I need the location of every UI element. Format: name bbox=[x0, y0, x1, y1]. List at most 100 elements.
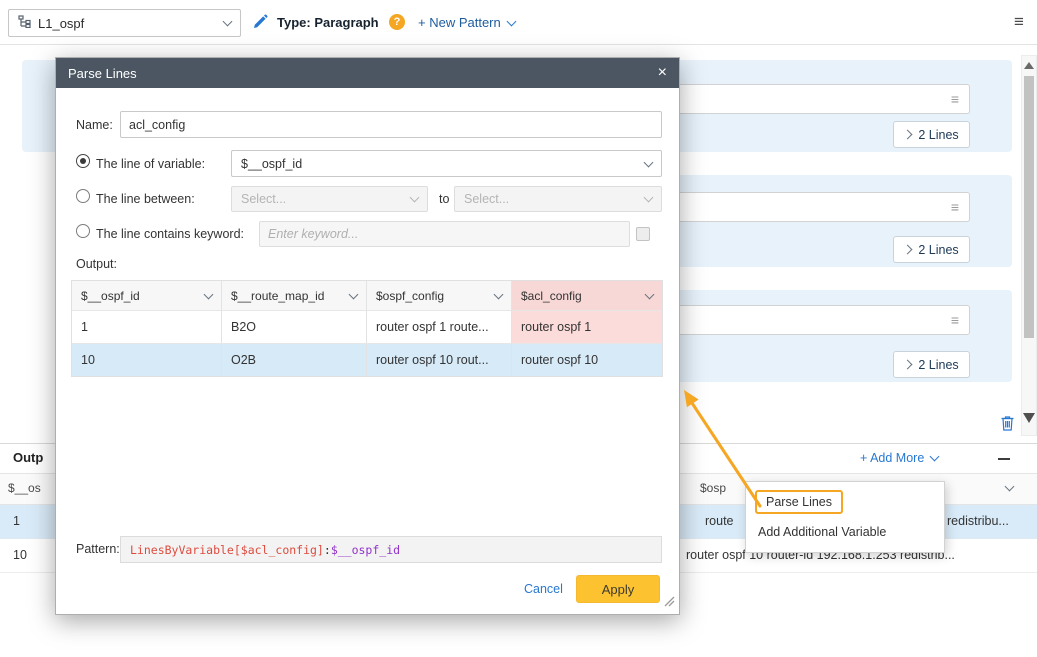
dialog-title: Parse Lines bbox=[68, 66, 137, 81]
menu-icon[interactable]: ≡ bbox=[1014, 12, 1024, 32]
output-preview-table: $__ospf_id $__route_map_id $ospf_config … bbox=[71, 280, 663, 377]
keyword-label: The line contains keyword: bbox=[96, 227, 244, 241]
new-pattern-button[interactable]: + New Pattern bbox=[418, 15, 515, 30]
column-header: $osp bbox=[700, 481, 726, 495]
cancel-button[interactable]: Cancel bbox=[524, 582, 563, 596]
column-label: $__route_map_id bbox=[231, 289, 324, 303]
pattern-label: Pattern: bbox=[76, 542, 120, 556]
chevron-right-icon bbox=[903, 130, 913, 140]
column-label: $__ospf_id bbox=[81, 289, 140, 303]
chevron-right-icon bbox=[903, 360, 913, 370]
parse-lines-dialog: Parse Lines × Name: The line of variable… bbox=[55, 57, 680, 615]
apply-button[interactable]: Apply bbox=[576, 575, 660, 603]
table-row-selected[interactable]: 10 O2B router ospf 10 rout... router osp… bbox=[72, 343, 662, 376]
chevron-down-icon[interactable] bbox=[494, 289, 504, 299]
chevron-down-icon bbox=[930, 452, 940, 462]
row-cell: 10 bbox=[13, 548, 27, 562]
chevron-down-icon[interactable] bbox=[645, 289, 655, 299]
variable-dropdown[interactable]: $__ospf_id bbox=[231, 150, 662, 177]
table-cell: O2B bbox=[222, 343, 367, 376]
output-section-title: Outp bbox=[13, 450, 43, 465]
pattern-variable-code: $__ospf_id bbox=[331, 543, 400, 557]
table-cell: router ospf 10 bbox=[512, 343, 662, 376]
add-more-button[interactable]: + Add More bbox=[860, 451, 938, 465]
menu-item-label: Add Additional Variable bbox=[758, 525, 886, 539]
pattern-selector[interactable]: L1_ospf bbox=[8, 9, 241, 37]
between-to-dropdown[interactable]: Select... bbox=[454, 186, 662, 212]
line-between-label: The line between: bbox=[96, 192, 195, 206]
radio-line-between[interactable] bbox=[76, 189, 90, 203]
between-to-placeholder: Select... bbox=[464, 192, 509, 206]
scroll-thumb[interactable] bbox=[1024, 76, 1034, 338]
lines-count-label: 2 Lines bbox=[918, 128, 958, 142]
toolbar: L1_ospf Type: Paragraph ? + New Pattern … bbox=[0, 0, 1037, 45]
table-cell: router ospf 10 rout... bbox=[367, 343, 512, 376]
column-header: $__os bbox=[8, 481, 41, 495]
drag-handle-icon[interactable]: ≡ bbox=[951, 312, 959, 328]
regex-icon[interactable] bbox=[636, 227, 650, 241]
table-row[interactable]: 1 B2O router ospf 1 route... router ospf… bbox=[72, 310, 662, 343]
expand-lines-button[interactable]: 2 Lines bbox=[893, 236, 970, 263]
between-from-dropdown[interactable]: Select... bbox=[231, 186, 428, 212]
chevron-down-icon bbox=[223, 17, 233, 27]
chevron-down-icon bbox=[644, 157, 654, 167]
table-header-cell[interactable]: $__ospf_id bbox=[72, 281, 222, 310]
pattern-function-code: LinesByVariable[$acl_config] bbox=[130, 543, 324, 557]
lines-count-label: 2 Lines bbox=[918, 243, 958, 257]
table-cell: 10 bbox=[72, 343, 222, 376]
expand-lines-button[interactable]: 2 Lines bbox=[893, 351, 970, 378]
pattern-selector-value: L1_ospf bbox=[38, 16, 217, 31]
column-label: $acl_config bbox=[521, 289, 582, 303]
table-cell: router ospf 1 route... bbox=[367, 310, 512, 343]
chevron-down-icon[interactable] bbox=[349, 289, 359, 299]
keyword-input[interactable] bbox=[259, 221, 630, 247]
table-header-cell[interactable]: $__route_map_id bbox=[222, 281, 367, 310]
table-cell-highlighted: router ospf 1 bbox=[512, 310, 662, 343]
radio-line-of-variable[interactable] bbox=[76, 154, 90, 168]
table-header-row: $__ospf_id $__route_map_id $ospf_config … bbox=[72, 281, 662, 310]
pattern-expression-field: LinesByVariable[$acl_config]:$__ospf_id bbox=[120, 536, 662, 563]
app-root: L1_ospf Type: Paragraph ? + New Pattern … bbox=[0, 0, 1037, 657]
expand-lines-button[interactable]: 2 Lines bbox=[893, 121, 970, 148]
table-header-cell-highlighted[interactable]: $acl_config bbox=[512, 281, 662, 310]
dialog-header[interactable]: Parse Lines × bbox=[56, 58, 679, 88]
chevron-down-icon bbox=[410, 193, 420, 203]
name-label: Name: bbox=[76, 118, 113, 132]
delete-icon[interactable] bbox=[1000, 415, 1015, 435]
chevron-down-icon bbox=[506, 16, 516, 26]
output-label: Output: bbox=[76, 257, 117, 271]
lines-count-label: 2 Lines bbox=[918, 358, 958, 372]
help-icon[interactable]: ? bbox=[389, 14, 405, 30]
radio-contains-keyword[interactable] bbox=[76, 224, 90, 238]
add-more-context-menu: Parse Lines Add Additional Variable bbox=[745, 481, 945, 553]
menu-item-label: Parse Lines bbox=[755, 490, 843, 514]
close-icon[interactable]: × bbox=[658, 65, 667, 81]
variable-dropdown-value: $__ospf_id bbox=[241, 157, 302, 171]
name-input[interactable] bbox=[120, 111, 662, 138]
table-header-cell[interactable]: $ospf_config bbox=[367, 281, 512, 310]
chevron-right-icon bbox=[903, 245, 913, 255]
table-cell: B2O bbox=[222, 310, 367, 343]
scrollbar[interactable] bbox=[1021, 55, 1037, 436]
add-more-label: + Add More bbox=[860, 451, 924, 465]
edit-icon[interactable] bbox=[252, 14, 268, 33]
scroll-down-icon[interactable] bbox=[1023, 413, 1035, 423]
menu-item-parse-lines[interactable]: Parse Lines bbox=[746, 487, 944, 517]
drag-handle-icon[interactable]: ≡ bbox=[951, 91, 959, 107]
type-label: Type: Paragraph bbox=[277, 15, 379, 30]
resize-handle[interactable] bbox=[664, 595, 675, 610]
drag-handle-icon[interactable]: ≡ bbox=[951, 199, 959, 215]
column-label: $ospf_config bbox=[376, 289, 444, 303]
chevron-down-icon[interactable] bbox=[204, 289, 214, 299]
scroll-up-icon[interactable] bbox=[1024, 62, 1034, 69]
pattern-colon: : bbox=[324, 543, 331, 557]
pattern-tree-icon bbox=[18, 15, 31, 31]
collapse-icon[interactable] bbox=[998, 458, 1010, 460]
row-cell: redistribu... bbox=[947, 514, 1017, 528]
chevron-down-icon bbox=[644, 193, 654, 203]
menu-item-add-additional-variable[interactable]: Add Additional Variable bbox=[746, 517, 944, 547]
between-from-placeholder: Select... bbox=[241, 192, 286, 206]
row-cell: 1 bbox=[13, 514, 20, 528]
table-cell: 1 bbox=[72, 310, 222, 343]
line-of-variable-label: The line of variable: bbox=[96, 157, 205, 171]
